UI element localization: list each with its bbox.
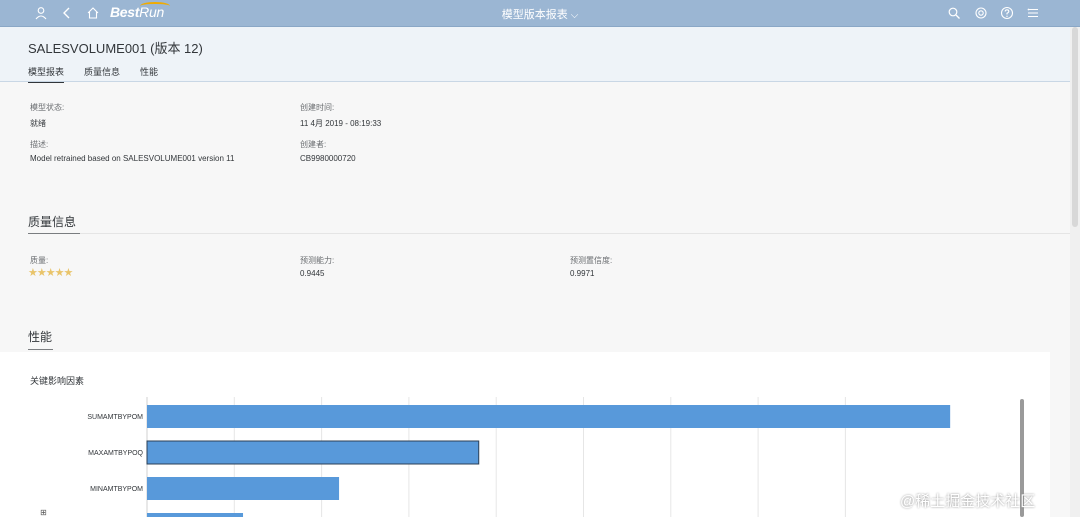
- creator-value: CB9980000720: [300, 154, 356, 163]
- status-value: 就绪: [30, 119, 46, 128]
- chevron-down-icon: ⌵: [570, 10, 579, 21]
- chart-category-label: MINAMTBYPOM: [90, 486, 143, 493]
- shell-bar: BestRun 模型版本报表 ⌵: [0, 0, 1080, 27]
- performance-section-title: 性能: [28, 330, 53, 344]
- chart-category-label: MAXAMTBYPOQ: [88, 450, 143, 457]
- tab-performance[interactable]: 性能: [140, 65, 158, 83]
- page-title: SALESVOLUME001 (版本 12): [28, 41, 203, 56]
- chart-bar[interactable]: [147, 477, 340, 500]
- grid-icon: ⊞: [40, 508, 47, 517]
- chart-category-label: SUMAMTBYPOM: [87, 414, 143, 421]
- quality-label: 质量:: [30, 256, 49, 265]
- predictive-power-label: 预测能力:: [300, 256, 335, 265]
- description-value: Model retrained based on SALESVOLUME001 …: [30, 154, 235, 163]
- app-title-menu[interactable]: 模型版本报表 ⌵: [0, 6, 1080, 22]
- created-value: 11 4月 2019 - 08:19:33: [300, 119, 382, 128]
- chart-bar[interactable]: [146, 440, 480, 465]
- tab-model-report[interactable]: 模型报表: [28, 65, 65, 83]
- copilot-icon[interactable]: [973, 5, 989, 21]
- confidence-value: 0.9971: [570, 269, 595, 278]
- performance-section-underline: [28, 349, 53, 350]
- help-icon[interactable]: [999, 5, 1015, 21]
- status-label: 模型状态:: [30, 103, 65, 112]
- app-title: 模型版本报表: [501, 9, 568, 21]
- section-divider: [80, 233, 1070, 234]
- object-header: SALESVOLUME001 (版本 12) 模型报表 质量信息 性能: [0, 27, 1080, 83]
- search-icon[interactable]: [946, 5, 962, 21]
- content-area: 模型状态: 就绪 创建时间: 11 4月 2019 - 08:19:33 描述:…: [0, 83, 1080, 517]
- menu-icon[interactable]: [1025, 5, 1041, 21]
- quality-section-title: 质量信息: [28, 215, 77, 229]
- chart-bar[interactable]: [147, 405, 951, 428]
- page-scrollbar[interactable]: [1070, 27, 1080, 517]
- rating-stars: ★★★★★: [28, 267, 73, 279]
- created-label: 创建时间:: [300, 103, 335, 112]
- description-label: 描述:: [30, 140, 49, 149]
- confidence-label: 预测置信度:: [570, 256, 613, 265]
- key-influencers-chart: SUMAMTBYPOM MAXAMTBYPOQ MINAMTBYPOM: [87, 397, 951, 517]
- creator-label: 创建者:: [300, 140, 327, 149]
- tab-bar: 模型报表 质量信息 性能: [28, 65, 158, 83]
- tab-quality-info[interactable]: 质量信息: [84, 65, 120, 83]
- page-scrollbar-thumb[interactable]: [1072, 27, 1078, 227]
- quality-section-underline: [28, 233, 80, 234]
- key-influencers-panel: 关键影响因素 SUMAMTBYPOM MAXAMTBYPOQ MINAMTBYPOM: [0, 352, 1050, 517]
- predictive-power-value: 0.9445: [300, 269, 325, 278]
- watermark: @稀土掘金技术社区: [900, 493, 1036, 510]
- chart-bar[interactable]: [147, 513, 244, 517]
